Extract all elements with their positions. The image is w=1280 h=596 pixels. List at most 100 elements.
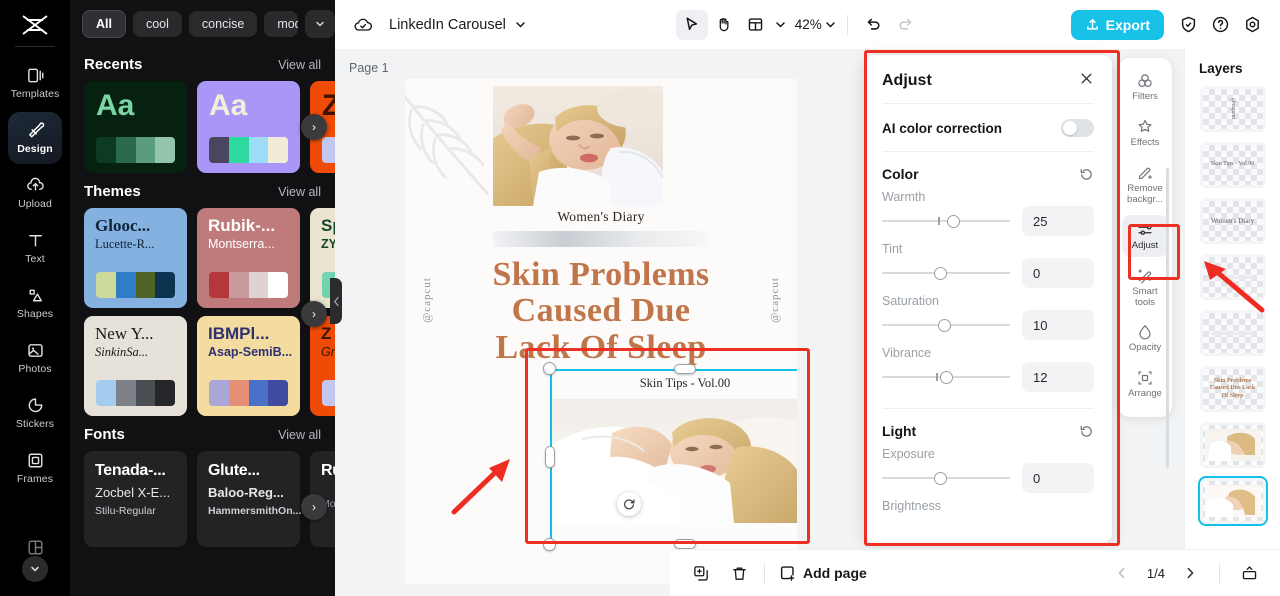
chevron-right-icon[interactable]: › xyxy=(301,494,327,520)
font-card[interactable]: Glute... Baloo-Reg... HammersmithOn... xyxy=(197,451,301,547)
layer-item[interactable] xyxy=(1199,254,1266,300)
font-card[interactable]: Tenada-... Zocbel X-E... Stilu-Regular xyxy=(84,451,187,547)
layout-chevron-down-icon[interactable] xyxy=(774,18,787,31)
export-button[interactable]: Export xyxy=(1070,9,1165,40)
layer-item[interactable] xyxy=(1199,310,1266,356)
present-button[interactable] xyxy=(1234,559,1264,587)
theme-card[interactable]: Z Gro xyxy=(310,316,335,416)
resize-handle-bl[interactable] xyxy=(543,538,556,551)
resize-handle-tl[interactable] xyxy=(543,362,556,375)
selected-image-object[interactable]: Skin Tips - Vol.00 xyxy=(543,362,797,551)
adjust-panel[interactable]: Adjust AI color correction Color Warmth xyxy=(864,55,1112,543)
hand-tool-button[interactable] xyxy=(708,10,740,40)
cloud-saved-icon[interactable] xyxy=(347,10,379,40)
tool-opacity[interactable]: Opacity xyxy=(1122,317,1168,359)
sidebar-item-frames[interactable]: Frames xyxy=(8,442,62,494)
next-page-button[interactable] xyxy=(1175,559,1205,587)
sidebar-item-shapes[interactable]: Shapes xyxy=(8,277,62,329)
sidebar-item-stickers[interactable]: Stickers xyxy=(8,387,62,439)
design-artboard[interactable]: Women's Diary Skin Problems Caused Due L… xyxy=(405,79,797,584)
document-title[interactable]: LinkedIn Carousel xyxy=(389,17,506,33)
slider-brightness[interactable]: Brightness xyxy=(864,493,1112,513)
layer-item[interactable]: Skin Tips - Vol.00 xyxy=(1199,142,1266,188)
sidebar-item-design[interactable]: Design xyxy=(8,112,62,164)
hero-photo[interactable] xyxy=(493,86,663,206)
prev-page-button[interactable] xyxy=(1107,559,1137,587)
sidebar-item-photos[interactable]: Photos xyxy=(8,332,62,384)
chip-all[interactable]: All xyxy=(82,10,126,38)
capcut-logo-icon[interactable] xyxy=(13,8,57,42)
layer-item[interactable] xyxy=(1199,422,1266,468)
chip-modern[interactable]: modern xyxy=(264,11,298,37)
layout-tool-button[interactable] xyxy=(740,10,772,40)
slider-track[interactable] xyxy=(882,366,1010,388)
delete-page-button[interactable] xyxy=(724,559,754,587)
view-all-recents[interactable]: View all xyxy=(278,58,321,72)
sidebar-item-templates[interactable]: Templates xyxy=(8,57,62,109)
expand-rail-button[interactable] xyxy=(22,556,48,582)
layer-item-selected[interactable] xyxy=(1197,476,1268,526)
chevron-right-icon[interactable]: › xyxy=(301,301,327,327)
chip-cool[interactable]: cool xyxy=(132,11,182,37)
slider-track[interactable] xyxy=(882,210,1010,232)
title-chevron-down-icon[interactable] xyxy=(514,18,527,31)
chevron-right-icon[interactable]: › xyxy=(301,114,327,140)
reset-icon[interactable] xyxy=(1079,424,1094,439)
duplicate-page-button[interactable] xyxy=(686,559,716,587)
slider-value[interactable]: 0 xyxy=(1022,258,1094,288)
tool-arrange[interactable]: Arrange xyxy=(1122,363,1168,405)
slider-track[interactable] xyxy=(882,262,1010,284)
theme-card[interactable]: IBMPl... Asap-SemiB... xyxy=(197,316,300,416)
select-tool-button[interactable] xyxy=(675,9,708,40)
collapse-panel-handle[interactable] xyxy=(330,278,342,324)
tool-filters[interactable]: Filters xyxy=(1122,66,1168,108)
slider-track[interactable] xyxy=(882,314,1010,336)
ai-color-correction-row[interactable]: AI color correction xyxy=(864,104,1112,151)
theme-card[interactable]: New Y... SinkinSa... xyxy=(84,316,187,416)
add-page-button[interactable]: Add page xyxy=(779,565,867,582)
resize-handle-bottom[interactable] xyxy=(674,539,696,549)
design-brand-caption[interactable]: Women's Diary xyxy=(405,209,797,225)
slider-warmth[interactable]: Warmth 25 xyxy=(864,184,1112,236)
slider-tint[interactable]: Tint 0 xyxy=(864,236,1112,288)
slider-exposure[interactable]: Exposure 0 xyxy=(864,441,1112,493)
layer-item[interactable]: Skin Problems Caused Due Lack Of Sleep xyxy=(1199,366,1266,412)
slider-value[interactable]: 25 xyxy=(1022,206,1094,236)
reset-icon[interactable] xyxy=(1079,167,1094,182)
slider-value[interactable]: 12 xyxy=(1022,362,1094,392)
tool-effects[interactable]: Effects xyxy=(1122,112,1168,154)
close-icon[interactable] xyxy=(1079,71,1094,91)
view-all-themes[interactable]: View all xyxy=(278,185,321,199)
layer-item[interactable]: Women's Diary xyxy=(1199,198,1266,244)
gear-icon[interactable] xyxy=(1236,10,1268,40)
tool-smart-tools[interactable]: Smart tools xyxy=(1122,261,1168,314)
theme-card[interactable]: Glooc... Lucette-R... xyxy=(84,208,187,308)
recent-card[interactable]: Aa xyxy=(197,81,300,173)
undo-button[interactable] xyxy=(858,10,890,40)
tool-rail-scrollbar[interactable] xyxy=(1166,168,1169,468)
rotate-handle-icon[interactable] xyxy=(617,492,641,516)
tool-remove-background[interactable]: Remove backgr... xyxy=(1122,158,1168,211)
slider-value[interactable]: 0 xyxy=(1022,463,1094,493)
resize-handle-left[interactable] xyxy=(545,445,555,468)
help-icon[interactable] xyxy=(1204,10,1236,40)
zoom-level[interactable]: 42% xyxy=(795,17,822,32)
slider-vibrance[interactable]: Vibrance 12 xyxy=(864,340,1112,392)
recent-card[interactable]: Aa xyxy=(84,81,187,173)
sidebar-item-upload[interactable]: Upload xyxy=(8,167,62,219)
ai-color-correction-toggle[interactable] xyxy=(1061,119,1094,137)
slider-track[interactable] xyxy=(882,467,1010,489)
resize-handle-top[interactable] xyxy=(674,364,696,374)
layer-item[interactable]: @capcut xyxy=(1199,86,1266,132)
sidebar-item-text[interactable]: Text xyxy=(8,222,62,274)
shield-check-icon[interactable] xyxy=(1172,10,1204,40)
zoom-chevron-down-icon[interactable] xyxy=(824,18,837,31)
redo-button[interactable] xyxy=(890,10,922,40)
theme-card[interactable]: Rubik-... Montserra... xyxy=(197,208,300,308)
slider-value[interactable]: 10 xyxy=(1022,310,1094,340)
view-all-fonts[interactable]: View all xyxy=(278,428,321,442)
slider-saturation[interactable]: Saturation 10 xyxy=(864,288,1112,340)
design-headline[interactable]: Skin Problems Caused Due Lack Of Sleep xyxy=(415,256,787,366)
chip-concise[interactable]: concise xyxy=(188,11,258,37)
tool-adjust[interactable]: Adjust xyxy=(1122,214,1168,257)
